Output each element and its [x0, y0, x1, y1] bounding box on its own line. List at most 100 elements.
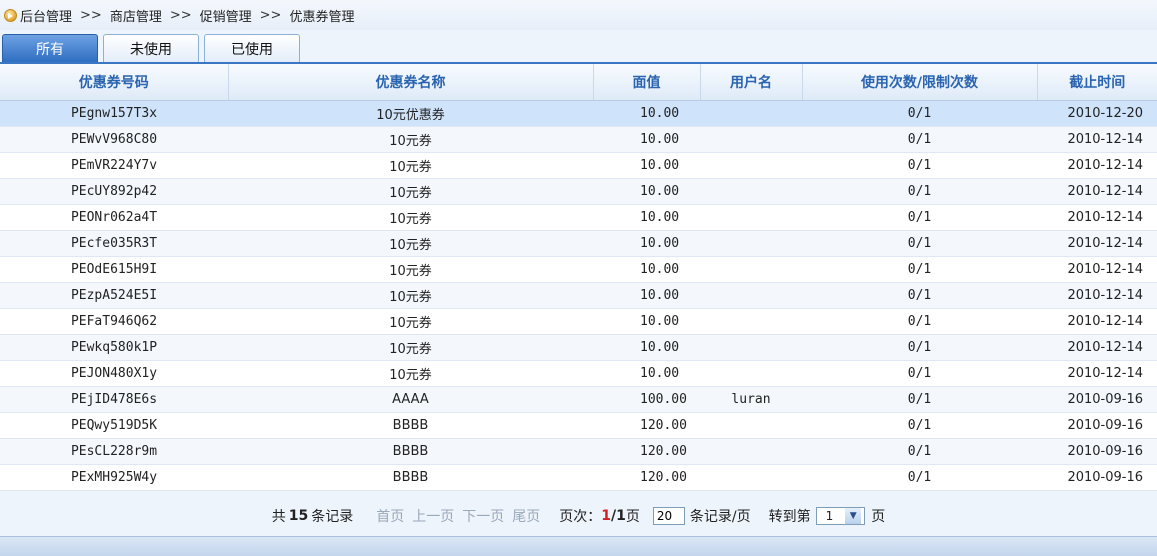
cell-value: 10.00 [593, 256, 700, 283]
cell-usage: 0/1 [802, 334, 1037, 361]
table-row[interactable]: PEQwy519D5K BBBB 120.00 0/1 2010-09-16 [0, 412, 1157, 439]
cell-value: 10.00 [593, 360, 700, 387]
table-row[interactable]: PEOdE615H9I 10元券 10.00 0/1 2010-12-14 [0, 256, 1157, 283]
cell-expiry: 2010-12-14 [1037, 126, 1157, 153]
breadcrumb-separator: >> [259, 7, 282, 23]
chevron-down-icon[interactable]: ▼ [845, 508, 862, 524]
cell-user [700, 464, 802, 491]
table-row[interactable]: PEWvV968C80 10元券 10.00 0/1 2010-12-14 [0, 126, 1157, 153]
cell-name: AAAA [228, 386, 593, 413]
cell-user [700, 256, 802, 283]
cell-usage: 0/1 [802, 256, 1037, 283]
cell-usage: 0/1 [802, 282, 1037, 309]
cell-name: 10元券 [228, 204, 593, 231]
cell-expiry: 2010-12-14 [1037, 152, 1157, 179]
cell-name: BBBB [228, 464, 593, 491]
cell-code: PEcUY892p42 [0, 178, 228, 205]
cell-expiry: 2010-12-14 [1037, 308, 1157, 335]
last-page-link[interactable]: 尾页 [512, 506, 540, 526]
table-row[interactable]: PEcfe035R3T 10元券 10.00 0/1 2010-12-14 [0, 230, 1157, 257]
cell-code: PEWvV968C80 [0, 126, 228, 153]
table-row[interactable]: PEwkq580k1P 10元券 10.00 0/1 2010-12-14 [0, 334, 1157, 361]
cell-usage: 0/1 [802, 204, 1037, 231]
table-body: PEgnw157T3x 10元优惠券 10.00 0/1 2010-12-20 PEWvV… [0, 100, 1157, 491]
tab-unused[interactable]: 未使用 [103, 34, 199, 62]
page-suffix: 页 [625, 509, 640, 525]
table-row[interactable]: PExMH925W4y BBBB 120.00 0/1 2010-09-16 [0, 464, 1157, 491]
table-row[interactable]: PEFaT946Q62 10元券 10.00 0/1 2010-12-14 [0, 308, 1157, 335]
cell-user [700, 100, 802, 127]
cell-value: 10.00 [593, 152, 700, 179]
column-header-usage[interactable]: 使用次数/限制次数 [802, 64, 1038, 101]
cell-expiry: 2010-12-14 [1037, 282, 1157, 309]
cell-code: PEgnw157T3x [0, 100, 228, 127]
breadcrumb-item-current: 优惠券管理 [289, 9, 355, 25]
cell-value: 10.00 [593, 282, 700, 309]
cell-code: PEjID478E6s [0, 386, 228, 413]
cell-name: 10元券 [228, 360, 593, 387]
cell-code: PEzpA524E5I [0, 282, 228, 309]
cell-usage: 0/1 [802, 152, 1037, 179]
total-pages: 1 [616, 508, 626, 524]
tab-all[interactable]: 所有 [2, 34, 98, 62]
goto-page-value: 1 [825, 509, 834, 523]
cell-user [700, 308, 802, 335]
per-page-input[interactable] [652, 507, 685, 525]
cell-name: 10元券 [228, 126, 593, 153]
bottom-bar [0, 536, 1157, 556]
table-row[interactable]: PEsCL228r9m BBBB 120.00 0/1 2010-09-16 [0, 438, 1157, 465]
cell-user [700, 282, 802, 309]
cell-expiry: 2010-12-14 [1037, 178, 1157, 205]
cell-usage: 0/1 [802, 308, 1037, 335]
cell-user [700, 152, 802, 179]
cell-name: 10元券 [228, 178, 593, 205]
column-header-value[interactable]: 面值 [593, 64, 701, 101]
table-header-row: 优惠券号码 优惠券名称 面值 用户名 使用次数/限制次数 截止时间 [0, 64, 1157, 101]
column-header-expiry[interactable]: 截止时间 [1037, 64, 1157, 101]
cell-value: 10.00 [593, 308, 700, 335]
cell-code: PEQwy519D5K [0, 412, 228, 439]
first-page-link[interactable]: 首页 [376, 506, 404, 526]
column-header-name[interactable]: 优惠券名称 [228, 64, 594, 101]
goto-page-select[interactable]: 1 ▼ [815, 507, 866, 525]
breadcrumb-item[interactable]: 后台管理 [20, 6, 72, 25]
cell-value: 10.00 [593, 126, 700, 153]
cell-value: 10.00 [593, 204, 700, 231]
cell-user: luran [700, 386, 802, 413]
cell-usage: 0/1 [802, 464, 1037, 491]
column-header-code[interactable]: 优惠券号码 [0, 64, 229, 101]
table-row[interactable]: PEmVR224Y7v 10元券 10.00 0/1 2010-12-14 [0, 152, 1157, 179]
tab-used[interactable]: 已使用 [204, 34, 300, 62]
cell-user [700, 178, 802, 205]
cell-usage: 0/1 [802, 438, 1037, 465]
breadcrumb-item[interactable]: 促销管理 [200, 6, 252, 25]
cell-value: 100.00 [593, 386, 700, 413]
cell-user [700, 230, 802, 257]
cell-name: BBBB [228, 412, 593, 439]
next-page-link[interactable]: 下一页 [462, 506, 504, 526]
goto-suffix: 页 [871, 509, 886, 525]
cell-usage: 0/1 [802, 386, 1037, 413]
cell-usage: 0/1 [802, 126, 1037, 153]
filter-tabs: 所有 未使用 已使用 [0, 32, 1157, 62]
cell-expiry: 2010-12-14 [1037, 256, 1157, 283]
table-row[interactable]: PEjID478E6s AAAA 100.00 luran 0/1 2010-09-16 [0, 386, 1157, 413]
table-row[interactable]: PEgnw157T3x 10元优惠券 10.00 0/1 2010-12-20 [0, 100, 1157, 127]
cell-code: PEmVR224Y7v [0, 152, 228, 179]
table-row[interactable]: PEJON480X1y 10元券 10.00 0/1 2010-12-14 [0, 360, 1157, 387]
column-header-user[interactable]: 用户名 [700, 64, 803, 101]
table-row[interactable]: PEcUY892p42 10元券 10.00 0/1 2010-12-14 [0, 178, 1157, 205]
pagination: 共 15 条记录 首页 上一页 下一页 尾页 页次： 1 / 1 页 条记录/页… [0, 502, 1157, 530]
cell-user [700, 438, 802, 465]
cell-code: PEJON480X1y [0, 360, 228, 387]
cell-name: 10元券 [228, 334, 593, 361]
table-row[interactable]: PEzpA524E5I 10元券 10.00 0/1 2010-12-14 [0, 282, 1157, 309]
cell-name: BBBB [228, 438, 593, 465]
cell-usage: 0/1 [802, 178, 1037, 205]
cell-usage: 0/1 [802, 100, 1037, 127]
breadcrumb-item[interactable]: 商店管理 [110, 6, 162, 25]
coupon-table: 优惠券号码 优惠券名称 面值 用户名 使用次数/限制次数 截止时间 PEgnw1… [0, 64, 1157, 491]
table-row[interactable]: PEONr062a4T 10元券 10.00 0/1 2010-12-14 [0, 204, 1157, 231]
prev-page-link[interactable]: 上一页 [412, 506, 454, 526]
breadcrumb-separator: >> [169, 7, 192, 23]
